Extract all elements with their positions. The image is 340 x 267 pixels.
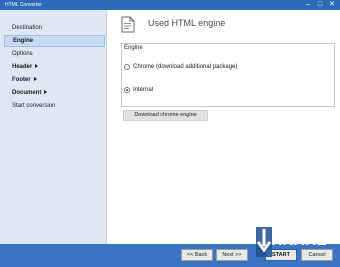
sidebar-item-options[interactable]: Options <box>4 48 105 60</box>
radio-option-chrome[interactable]: Chrome (download additional package) <box>124 62 237 71</box>
radio-button[interactable] <box>124 63 130 70</box>
sidebar-item-label: Destination <box>12 25 43 31</box>
sidebar-item-document[interactable]: Document <box>4 87 105 99</box>
sidebar-item-engine[interactable]: Engine <box>4 35 105 47</box>
group-label: Engine <box>124 45 143 51</box>
expand-arrow-icon <box>44 90 48 94</box>
next-button[interactable]: Next >> <box>216 249 248 261</box>
sidebar-item-label: Start conversion <box>12 103 56 109</box>
sidebar-item-destination[interactable]: Destination <box>4 22 105 34</box>
document-icon <box>121 16 135 33</box>
sidebar-item-header[interactable]: Header <box>4 61 105 73</box>
sidebar-item-label: Document <box>12 90 42 96</box>
sidebar-item-label: Header <box>12 64 33 70</box>
download-chrome-engine-button[interactable]: Download chrome engine <box>123 110 208 121</box>
sidebar-item-label: Engine <box>13 38 34 44</box>
radio-label: Chrome (download additional package) <box>133 63 238 70</box>
sidebar-item-label: Options <box>12 51 33 57</box>
sidebar: Destination Engine Options Header Footer… <box>0 10 107 244</box>
sidebar-item-start-conversion[interactable]: Start conversion <box>4 100 105 112</box>
watermark-text: XKARE <box>272 232 328 249</box>
engine-group <box>121 43 335 107</box>
window-controls: – □ ✕ <box>302 0 338 10</box>
minimize-button[interactable]: – <box>302 0 314 10</box>
expand-arrow-icon <box>33 77 37 81</box>
title-bar: HTML Converter – □ ✕ <box>0 0 340 10</box>
maximize-button[interactable]: □ <box>314 0 326 10</box>
back-button[interactable]: << Back <box>181 249 213 261</box>
sidebar-item-label: Footer <box>12 77 31 83</box>
window-title: HTML Converter <box>5 2 42 8</box>
radio-button-checked[interactable] <box>124 86 130 93</box>
sidebar-item-footer[interactable]: Footer <box>4 74 105 86</box>
page-title: Used HTML engine <box>148 18 226 28</box>
close-button[interactable]: ✕ <box>326 0 338 10</box>
expand-arrow-icon <box>35 64 39 68</box>
radio-label: Internal <box>133 86 154 93</box>
radio-option-internal[interactable]: Internal <box>124 85 153 94</box>
